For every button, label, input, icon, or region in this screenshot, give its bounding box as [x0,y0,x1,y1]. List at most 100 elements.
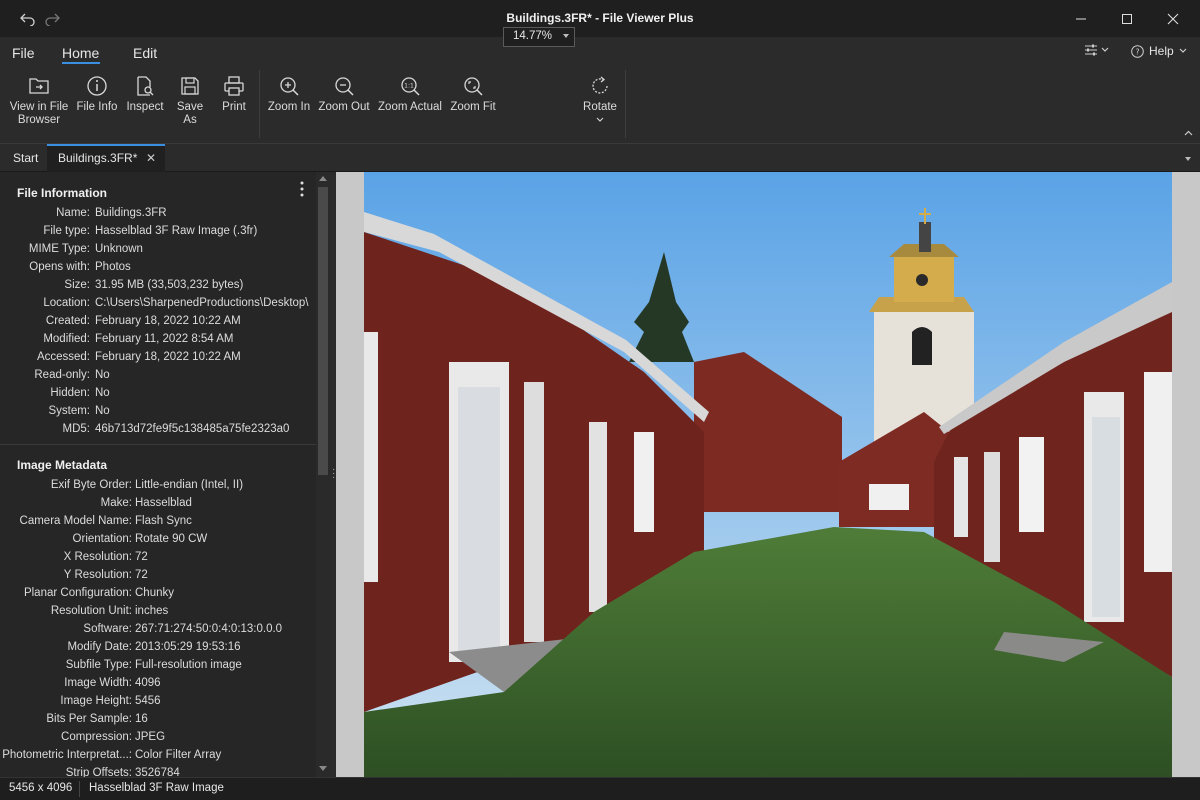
scroll-down-arrow[interactable] [319,766,327,771]
property-row: Photometric Interpretat...: Color Filter … [0,749,316,767]
properties-panel: File Information Name: Buildings.3FR File … [0,172,316,777]
property-key: Image Height: [60,695,132,707]
chevron-down-icon [1179,48,1187,53]
inspect-button[interactable]: Inspect [124,75,166,114]
property-key: Y Resolution: [63,569,132,581]
property-row: Orientation: Rotate 90 CW [0,533,316,551]
property-key: System: [48,405,90,417]
active-menu-indicator [62,62,100,64]
property-key: Opens with: [29,261,90,273]
zoom-fit-icon [464,77,483,96]
property-key: Resolution Unit: [50,605,132,617]
property-key: MIME Type: [28,243,90,255]
property-key: Modified: [43,333,90,345]
zoom-in-icon [280,77,299,96]
zoom-fit-label: Zoom Fit [450,101,496,113]
maximize-button[interactable] [1104,0,1150,37]
more-options-icon[interactable] [300,181,304,200]
property-value: Flash Sync [135,515,192,527]
file-info-button[interactable]: File Info [75,75,119,114]
property-value: 72 [135,551,148,563]
view-in-file-browser-line2: Browser [17,114,61,126]
menu-file[interactable]: File [12,45,35,61]
svg-text:?: ? [1135,47,1139,56]
zoom-actual-icon: 1:1 [401,77,420,96]
rotate-button[interactable]: Rotate [581,75,619,127]
collapse-ribbon-icon[interactable] [1184,125,1193,139]
tab-buildings-label: Buildings.3FR* [58,151,138,165]
property-value: Chunky [135,587,174,599]
property-row: Read-only: No [0,369,316,387]
inspect-label: Inspect [126,101,164,113]
zoom-out-label: Zoom Out [318,101,370,113]
tab-start[interactable]: Start [13,144,38,172]
scrollbar-thumb[interactable] [318,187,328,475]
property-key: Exif Byte Order: [50,479,132,491]
zoom-actual-button[interactable]: 1:1 Zoom Actual [377,75,443,114]
save-as-button[interactable]: Save As [169,75,211,127]
zoom-in-button[interactable]: Zoom In [266,75,312,114]
property-row: File type: Hasselblad 3F Raw Image (.3fr) [0,225,316,243]
close-tab-icon[interactable]: ✕ [146,151,156,165]
property-value: 4096 [135,677,161,689]
property-row: Accessed: February 18, 2022 10:22 AM [0,351,316,369]
print-button[interactable]: Print [217,75,251,114]
property-row: Modified: February 11, 2022 8:54 AM [0,333,316,351]
property-row: Planar Configuration: Chunky [0,587,316,605]
zoom-out-button[interactable]: Zoom Out [316,75,372,114]
close-button[interactable] [1150,0,1196,37]
property-row: Strip Offsets: 3526784 [0,767,316,777]
ribbon-toolbar: View in File Browser File Info Inspect S… [0,67,1200,144]
image-metadata-heading: Image Metadata [17,458,108,472]
property-key: Make: [100,497,132,509]
view-in-file-browser-button[interactable]: View in File Browser [6,75,72,127]
file-type-status: Hasselblad 3F Raw Image [89,782,224,794]
status-bar: 5456 x 4096 Hasselblad 3F Raw Image [0,777,1200,800]
property-value: 3526784 [135,767,180,777]
chevron-down-icon [563,34,569,38]
property-key: Bits Per Sample: [46,713,132,725]
zoom-out-icon [335,77,354,96]
help-menu[interactable]: ? Help [1131,44,1187,58]
menu-home[interactable]: Home [62,45,99,61]
splitter-grip-icon[interactable]: · · · [332,465,335,483]
property-value: inches [135,605,169,617]
tab-list-dropdown[interactable] [1185,157,1191,161]
zoom-level-value: 14.77% [513,30,553,42]
property-key: Size: [64,279,90,291]
status-separator [79,781,80,797]
property-value: 267:71:274:50:0:4:0:13:0.0.0 [135,623,283,635]
chevron-down-icon [1101,47,1109,52]
property-value: February 18, 2022 10:22 AM [95,315,241,327]
property-row: Hidden: No [0,387,316,405]
property-value: 46b713d72fe9f5c138485a75fe2323a0 [95,423,290,435]
property-value: C:\Users\SharpenedProductions\Desktop\ [95,297,309,309]
property-row: System: No [0,405,316,423]
property-key: Subfile Type: [65,659,132,671]
property-value: No [95,405,110,417]
property-value: Photos [95,261,131,273]
property-key: Camera Model Name: [19,515,132,527]
property-row: Camera Model Name: Flash Sync [0,515,316,533]
property-row: Modify Date: 2013:05:29 19:53:16 [0,641,316,659]
property-row: Location: C:\Users\SharpenedProductions\D… [0,297,316,315]
svg-text:1:1: 1:1 [404,83,414,90]
property-row: MD5: 46b713d72fe9f5c138485a75fe2323a0 [0,423,316,441]
property-key: Accessed: [36,351,90,363]
property-key: Modify Date: [67,641,132,653]
property-row: Opens with: Photos [0,261,316,279]
inspect-icon [137,76,154,96]
property-row: Bits Per Sample: 16 [0,713,316,731]
scroll-up-arrow[interactable] [319,176,327,181]
zoom-level-select[interactable]: 14.77% [503,27,575,47]
ribbon-separator [625,70,626,138]
property-key: Strip Offsets: [65,767,132,777]
menu-edit[interactable]: Edit [133,45,157,61]
property-row: Y Resolution: 72 [0,569,316,587]
minimize-button[interactable] [1058,0,1104,37]
zoom-fit-button[interactable]: Zoom Fit [449,75,497,114]
settings-dropdown[interactable] [1084,44,1109,56]
view-in-file-browser-line1: View in File [9,101,69,113]
property-row: X Resolution: 72 [0,551,316,569]
image-dimensions: 5456 x 4096 [9,782,73,794]
